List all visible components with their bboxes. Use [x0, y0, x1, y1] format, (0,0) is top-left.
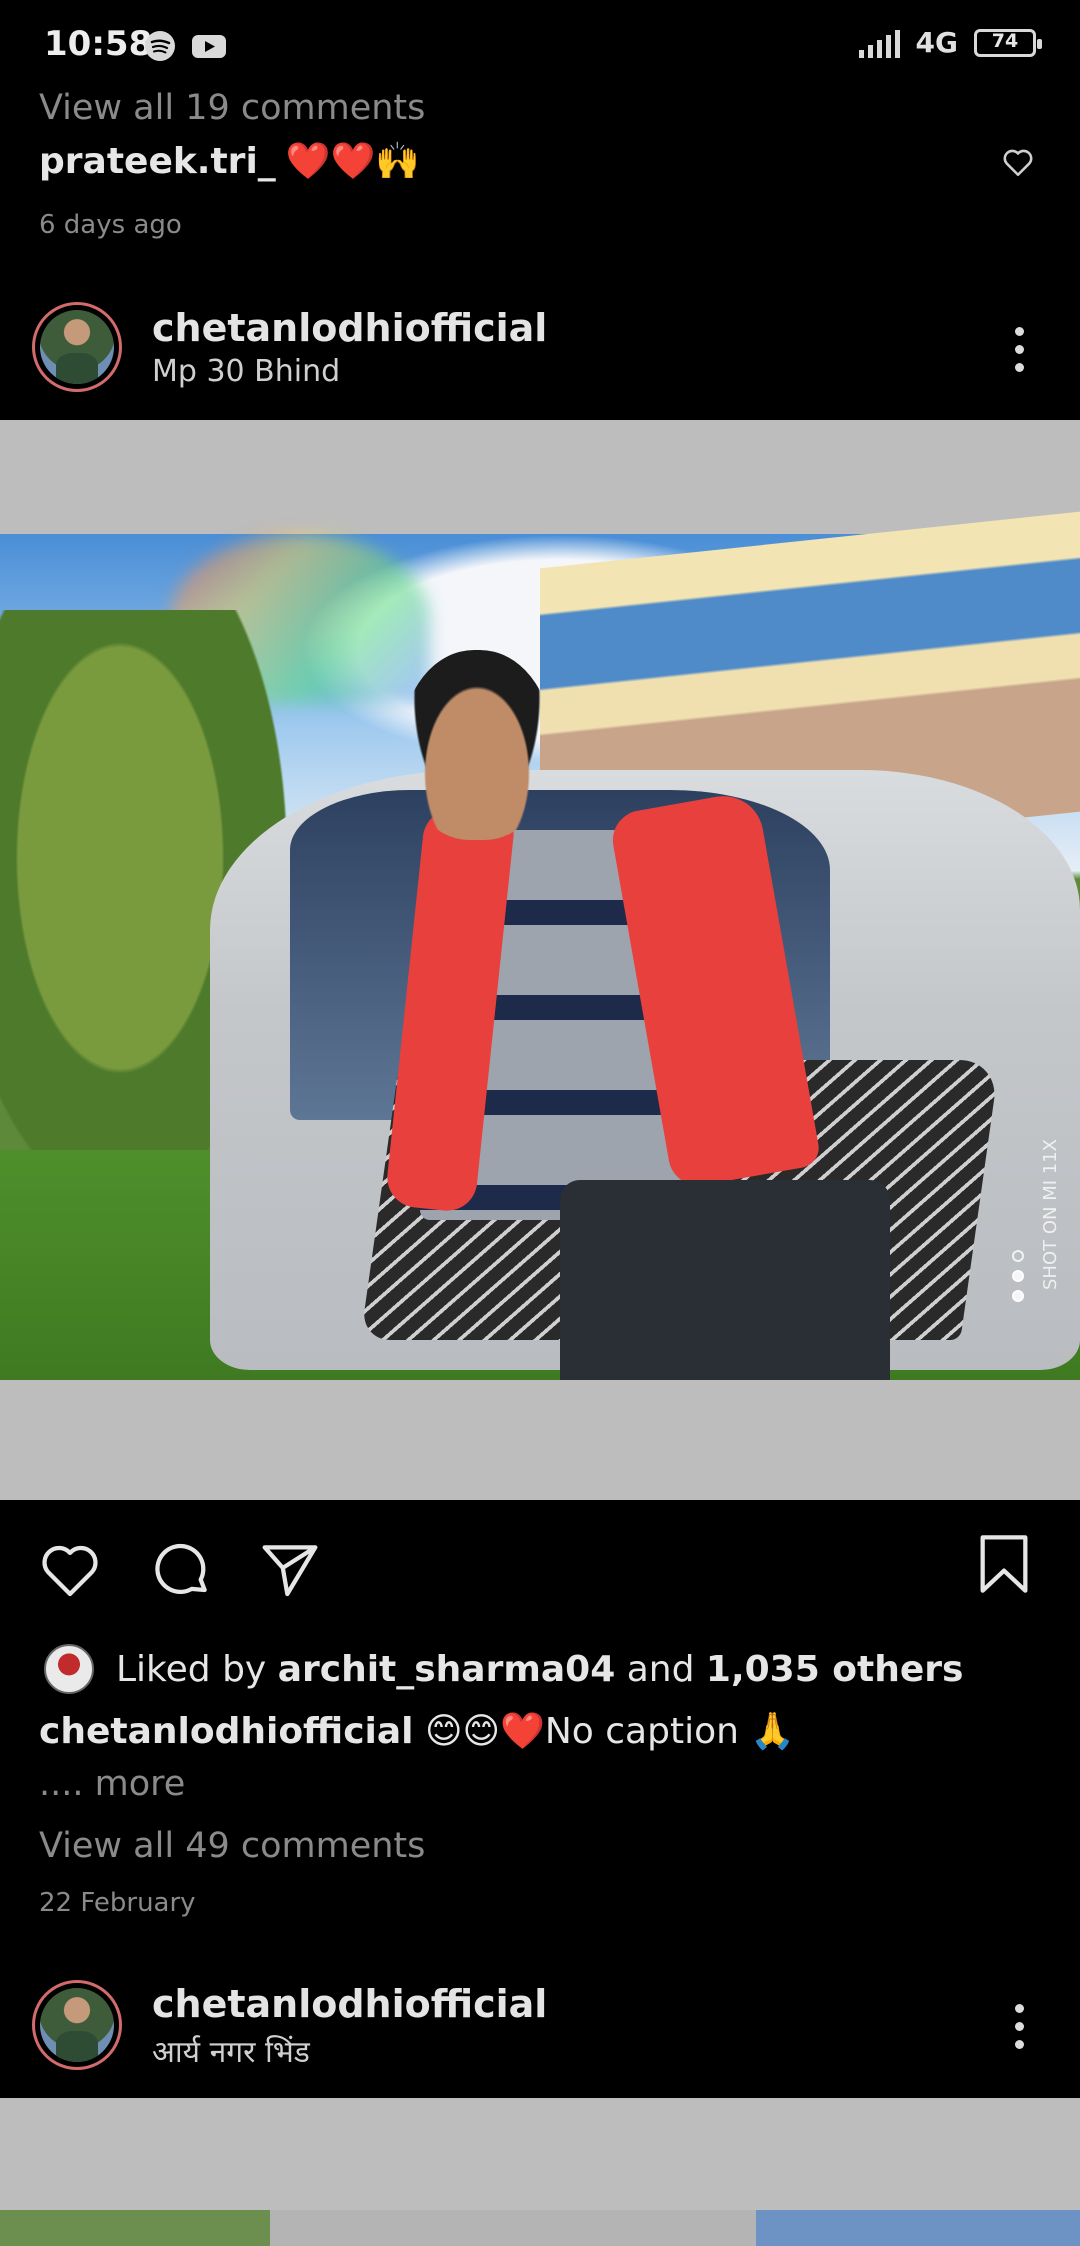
comment-preview: prateek.tri_ ❤️❤️🙌 [39, 140, 421, 183]
comment-username[interactable]: prateek.tri_ [39, 141, 276, 182]
post-author-avatar[interactable] [32, 302, 122, 392]
bookmark-icon[interactable] [976, 1532, 1032, 1596]
status-time: 10:58 [44, 24, 153, 64]
caption-more-link[interactable]: .... more [39, 1764, 185, 1804]
view-all-comments-link[interactable]: View all 19 comments [39, 88, 425, 128]
battery-level: 74 [991, 29, 1019, 52]
network-type: 4G [915, 26, 958, 59]
watermark-logo [1012, 1250, 1024, 1302]
status-bar: 10:58 4G 74 [0, 0, 1080, 92]
signal-icon [858, 28, 900, 58]
post-options-icon[interactable] [1014, 327, 1024, 372]
liked-by-others[interactable]: 1,035 others [706, 1649, 964, 1690]
post-location[interactable]: Mp 30 Bhind [152, 354, 340, 389]
comment-like-heart-icon[interactable] [1001, 145, 1035, 179]
comment-emojis: ❤️❤️🙌 [285, 141, 421, 182]
liked-by-prefix: Liked by [116, 1648, 267, 1690]
next-post-author-avatar[interactable] [32, 1980, 122, 2070]
liked-by-and: and [626, 1648, 695, 1690]
next-post-location[interactable]: आर्य नगर भिंड [152, 2030, 310, 2071]
next-post-photo[interactable] [0, 2210, 1080, 2246]
liker-avatar [44, 1644, 94, 1694]
post-caption: chetanlodhiofficial 😊😊❤️No caption 🙏 [39, 1710, 795, 1752]
next-post-author-username[interactable]: chetanlodhiofficial [152, 1982, 547, 2026]
likes-summary[interactable]: Liked by archit_sharma04 and 1,035 other… [44, 1644, 963, 1694]
view-all-comments-link[interactable]: View all 49 comments [39, 1826, 425, 1866]
photo-watermark: SHOT ON MI 11X [1040, 1139, 1061, 1290]
previous-post-time: 6 days ago [39, 210, 182, 240]
post-date: 22 February [39, 1888, 196, 1918]
share-icon[interactable] [258, 1538, 322, 1602]
battery-icon: 74 [974, 28, 1042, 57]
spotify-icon [145, 31, 175, 61]
youtube-icon [192, 35, 226, 58]
next-post-media-container[interactable] [0, 2098, 1080, 2210]
status-indicators: 4G 74 [858, 26, 1042, 59]
liked-by-username[interactable]: archit_sharma04 [278, 1649, 616, 1690]
caption-text: 😊😊❤️No caption 🙏 [424, 1711, 796, 1752]
caption-username[interactable]: chetanlodhiofficial [39, 1711, 414, 1752]
post-author-username[interactable]: chetanlodhiofficial [152, 306, 547, 350]
comment-icon[interactable] [150, 1538, 214, 1602]
like-heart-icon[interactable] [38, 1538, 102, 1602]
next-post-options-icon[interactable] [1014, 2004, 1024, 2049]
